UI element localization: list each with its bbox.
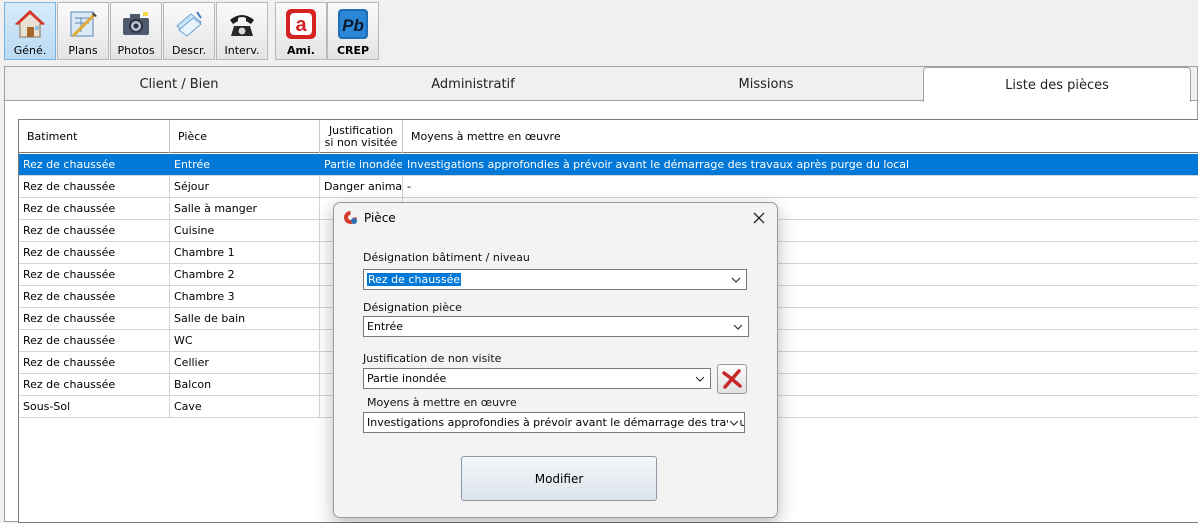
tab-label: Liste des pièces (1005, 77, 1109, 93)
tab-label: Administratif (431, 76, 515, 92)
main-toolbar: Géné. Plans Photos Descr. Interv. a Ami.… (0, 0, 1198, 62)
toolbar-button-label: Plans (68, 44, 98, 57)
header-batiment[interactable]: Batiment (19, 120, 170, 153)
cell-moyens: - (407, 180, 411, 193)
moyens-value: Investigations approfondies à prévoir av… (367, 416, 744, 429)
cell-batiment: Rez de chaussée (19, 308, 170, 329)
cell-piece: Chambre 3 (170, 286, 320, 307)
piece-label: Désignation pièce (363, 301, 462, 314)
toolbar-button-label: Géné. (13, 44, 47, 57)
ami-app-icon: a (284, 7, 318, 41)
toolbar-button-crep[interactable]: Pb CREP (327, 2, 379, 60)
close-button[interactable] (747, 207, 771, 229)
cell-piece: WC (170, 330, 320, 351)
justification-label: Justification de non visite (363, 352, 502, 365)
close-icon (753, 212, 765, 224)
cell-piece: Chambre 2 (170, 264, 320, 285)
header-moyens[interactable]: Moyens à mettre en œuvre (403, 120, 1198, 153)
tab-client-bien[interactable]: Client / Bien (5, 67, 353, 101)
toolbar-button-label: Ami. (287, 44, 315, 57)
cell-piece: Séjour (170, 176, 320, 197)
cell-justification: Partie inondée (320, 154, 403, 175)
batiment-label: Désignation bâtiment / niveau (363, 251, 530, 264)
cell-piece: Balcon (170, 374, 320, 395)
chevron-down-icon (728, 417, 740, 429)
chevron-down-icon (731, 277, 741, 283)
toolbar-button-label: CREP (336, 44, 370, 57)
toolbar-button-intervention[interactable]: Interv. (216, 2, 268, 60)
header-label: Moyens à mettre en œuvre (411, 130, 561, 143)
cell-batiment: Rez de chaussée (19, 352, 170, 373)
cell-moyens: Investigations approfondies à prévoir av… (407, 158, 910, 171)
table-row[interactable]: Rez de chaussée Séjour Danger animal - (19, 176, 1198, 198)
moyens-combo[interactable]: Investigations approfondies à prévoir av… (363, 412, 745, 433)
cell-piece: Cuisine (170, 220, 320, 241)
header-label: Batiment (27, 130, 78, 143)
cell-batiment: Rez de chaussée (19, 374, 170, 395)
cell-batiment: Rez de chaussée (19, 264, 170, 285)
justification-combo[interactable]: Partie inondée (363, 368, 711, 389)
plans-icon (66, 7, 100, 41)
toolbar-button-photos[interactable]: Photos (110, 2, 162, 60)
ami-glyph: a (295, 14, 307, 36)
tab-strip: Client / Bien Administratif Missions Lis… (5, 67, 1197, 102)
cell-batiment: Rez de chaussée (19, 286, 170, 307)
dialog-title-bar: Pièce (334, 203, 777, 233)
red-cross-icon (722, 369, 742, 389)
cell-justification: Danger animal (320, 176, 403, 197)
toolbar-button-label: Photos (117, 44, 155, 57)
crep-app-icon: Pb (336, 7, 370, 41)
tab-missions[interactable]: Missions (593, 67, 939, 101)
piece-value: Entrée (367, 320, 404, 333)
cell-piece: Salle de bain (170, 308, 320, 329)
cell-piece: Cave (170, 396, 320, 417)
tab-label: Client / Bien (139, 76, 219, 92)
description-icon (172, 7, 206, 41)
chevron-down-icon (733, 324, 743, 330)
batiment-combo[interactable]: Rez de chaussée (363, 269, 747, 290)
cell-batiment: Rez de chaussée (19, 220, 170, 241)
cell-batiment: Rez de chaussée (19, 242, 170, 263)
header-justification[interactable]: Justification si non visitée (320, 120, 403, 153)
crep-glyph: Pb (342, 16, 364, 35)
header-label: Justification (328, 123, 394, 137)
cell-batiment: Sous-Sol (19, 396, 170, 417)
tab-label: Missions (738, 76, 794, 92)
cell-piece: Chambre 1 (170, 242, 320, 263)
cell-piece: Salle à manger (170, 198, 320, 219)
grid-header: Batiment Pièce Justification si non visi… (19, 120, 1198, 153)
header-label: Pièce (178, 130, 208, 143)
table-row[interactable]: Rez de chaussée Entrée Partie inondée In… (19, 154, 1198, 176)
cell-piece: Entrée (170, 154, 320, 175)
cell-batiment: Rez de chaussée (19, 330, 170, 351)
batiment-value: Rez de chaussée (367, 273, 462, 286)
tab-administratif[interactable]: Administratif (353, 67, 593, 101)
chevron-down-icon (695, 376, 705, 382)
cell-batiment: Rez de chaussée (19, 198, 170, 219)
piece-combo[interactable]: Entrée (363, 316, 749, 337)
clear-justification-button[interactable] (717, 364, 747, 394)
toolbar-button-label: Descr. (171, 44, 207, 57)
modify-button[interactable]: Modifier (461, 456, 657, 501)
cell-piece: Cellier (170, 352, 320, 373)
modify-button-label: Modifier (534, 471, 584, 486)
piece-dialog: Pièce Désignation bâtiment / niveau Rez … (333, 202, 778, 518)
tab-liste-des-pieces[interactable]: Liste des pièces (923, 67, 1191, 102)
moyens-label: Moyens à mettre en œuvre (367, 396, 517, 409)
home-icon (13, 7, 47, 41)
cell-batiment: Rez de chaussée (19, 154, 170, 175)
toolbar-button-description[interactable]: Descr. (163, 2, 215, 60)
toolbar-button-plans[interactable]: Plans (57, 2, 109, 60)
toolbar-button-label: Interv. (224, 44, 260, 57)
app-logo-icon (343, 210, 358, 225)
header-label: si non visitée (324, 135, 398, 149)
toolbar-button-general[interactable]: Géné. (4, 2, 56, 60)
telephone-icon (225, 7, 259, 41)
dialog-title: Pièce (364, 211, 396, 225)
cell-batiment: Rez de chaussée (19, 176, 170, 197)
header-piece[interactable]: Pièce (170, 120, 320, 153)
toolbar-button-ami[interactable]: a Ami. (275, 2, 327, 60)
camera-icon (119, 7, 153, 41)
justification-value: Partie inondée (367, 372, 447, 385)
